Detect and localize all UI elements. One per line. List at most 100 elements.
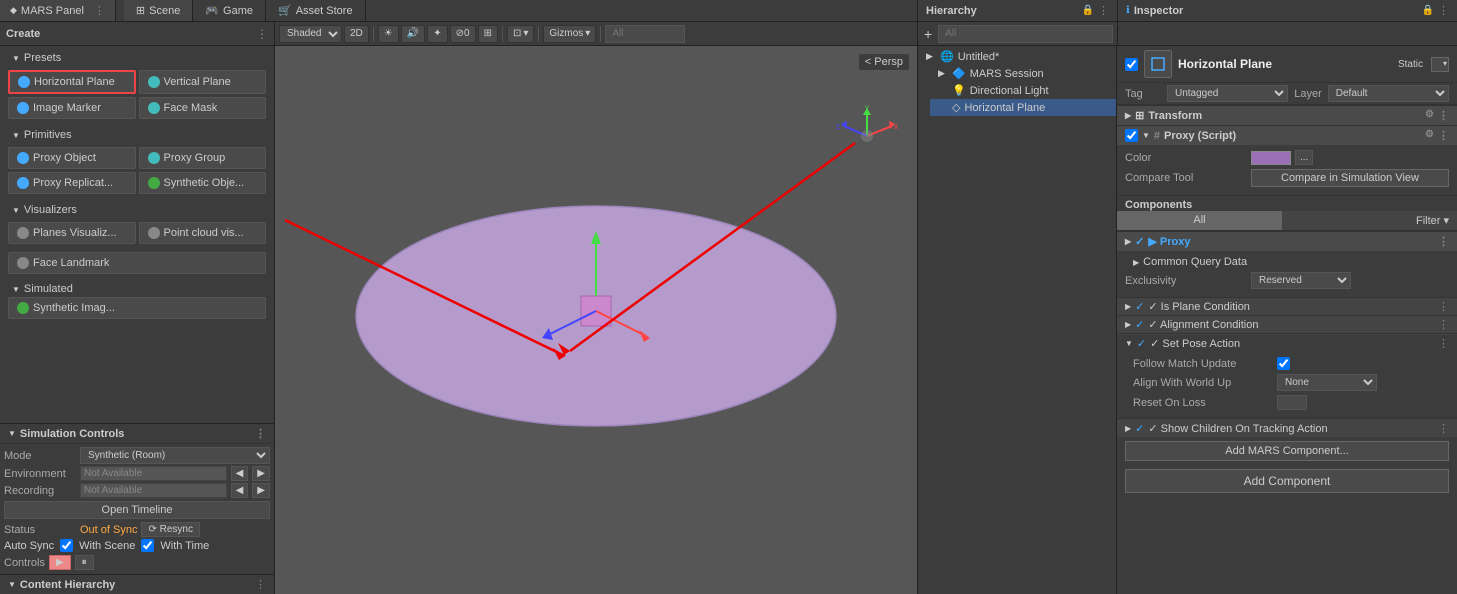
proxy-header[interactable]: ▶ ✓ ▶ Proxy ⋮: [1117, 232, 1457, 251]
light-button[interactable]: ☀: [378, 25, 399, 43]
horizontal-plane-btn[interactable]: Horizontal Plane: [8, 70, 136, 94]
image-marker-btn[interactable]: Image Marker: [8, 97, 136, 119]
rec-prev-btn[interactable]: ◀: [231, 483, 249, 498]
proxy-replicat-btn[interactable]: Proxy Replicat...: [8, 172, 136, 194]
rec-next-btn[interactable]: ▶: [252, 483, 270, 498]
scene-tab[interactable]: ⊞ Scene: [124, 0, 193, 21]
simulated-header[interactable]: Simulated: [4, 281, 270, 297]
pause-btn[interactable]: ⏸: [75, 555, 94, 570]
scene-cam-button[interactable]: ⊘0: [450, 25, 476, 43]
gizmos-button[interactable]: Gizmos▾: [543, 25, 596, 43]
color-swatch[interactable]: [1251, 151, 1291, 165]
add-mars-component-btn[interactable]: Add MARS Component...: [1125, 441, 1449, 461]
grid-button[interactable]: ⊞: [478, 25, 498, 43]
hierarchy-search-input[interactable]: [938, 25, 1113, 43]
shaded-select[interactable]: Shaded: [279, 25, 342, 43]
proxy-dots[interactable]: ⋮: [1438, 235, 1449, 248]
hier-item-mars-session[interactable]: ▶ 🔷 MARS Session: [930, 65, 1116, 82]
layer-select[interactable]: Default: [1328, 85, 1449, 102]
mode-select[interactable]: Synthetic (Room): [80, 447, 270, 464]
face-mask-btn[interactable]: Face Mask: [139, 97, 267, 119]
color-picker-btn[interactable]: ...: [1295, 150, 1313, 165]
align-world-select[interactable]: None: [1277, 374, 1377, 391]
object-name: Horizontal Plane: [1178, 57, 1392, 71]
planes-visualiz-btn[interactable]: Planes Visualiz...: [8, 222, 136, 244]
hier-item-horizontal-plane[interactable]: ◇ Horizontal Plane: [930, 99, 1116, 116]
alignment-dots[interactable]: ⋮: [1438, 318, 1449, 331]
tag-select[interactable]: Untagged: [1167, 85, 1288, 102]
compare-simulation-btn[interactable]: Compare in Simulation View: [1251, 169, 1449, 187]
game-tab[interactable]: 🎮 Game: [193, 0, 266, 21]
scene-search-input[interactable]: [605, 25, 685, 43]
proxy-script-checkbox[interactable]: [1125, 129, 1138, 142]
sim-controls-header[interactable]: ▼ Simulation Controls ⋮: [0, 424, 274, 444]
proxy-object-btn[interactable]: Proxy Object: [8, 147, 136, 169]
show-dots[interactable]: ⋮: [1438, 422, 1449, 435]
proxy-script-header[interactable]: ▼ # Proxy (Script) ⚙ ⋮: [1117, 126, 1457, 145]
vertical-plane-btn[interactable]: Vertical Plane: [139, 70, 267, 94]
transform-dots[interactable]: ⋮: [1438, 109, 1449, 122]
static-select[interactable]: [1431, 57, 1449, 72]
asset-store-icon: 🛒: [278, 4, 292, 17]
play-btn[interactable]: ▶: [49, 555, 71, 570]
hier-add-btn[interactable]: +: [922, 26, 934, 42]
synthetic-imag-btn[interactable]: Synthetic Imag...: [8, 297, 266, 319]
content-hier-dots[interactable]: ⋮: [255, 578, 266, 591]
sim-caret: ▼: [8, 429, 16, 438]
fx-button[interactable]: ✦: [427, 25, 447, 43]
all-tab[interactable]: All: [1117, 211, 1282, 230]
presets-section: Presets Horizontal Plane Vertical Plane …: [4, 50, 270, 123]
visualizers-header[interactable]: Visualizers: [4, 202, 270, 218]
open-timeline-btn[interactable]: Open Timeline: [4, 501, 270, 519]
primitives-header[interactable]: Primitives: [4, 127, 270, 143]
synthetic-obje-btn[interactable]: Synthetic Obje...: [139, 172, 267, 194]
synthetic-obje-icon: [148, 177, 160, 189]
proxy-group-btn[interactable]: Proxy Group: [139, 147, 267, 169]
exclusivity-select[interactable]: Reserved: [1251, 272, 1351, 289]
hier-item-untitled[interactable]: ▶ 🌐 Untitled*: [918, 48, 1116, 65]
show-children-section: ▶ ✓ ✓ Show Children On Tracking Action ⋮: [1117, 418, 1457, 437]
asset-store-tab[interactable]: 🛒 Asset Store: [266, 0, 366, 21]
transform-settings-icon[interactable]: ⚙: [1425, 109, 1434, 122]
2d-button[interactable]: 2D: [344, 25, 369, 43]
presets-header[interactable]: Presets: [4, 50, 270, 66]
env-next-btn[interactable]: ▶: [252, 466, 270, 481]
proxy-script-dots[interactable]: ⋮: [1438, 129, 1449, 142]
with-scene-checkbox[interactable]: [60, 539, 73, 552]
create-dots[interactable]: ⋮: [256, 27, 268, 41]
hierarchy-dots[interactable]: ⋮: [1098, 4, 1109, 17]
expand-icon: ▶: [926, 51, 936, 62]
point-cloud-vis-btn[interactable]: Point cloud vis...: [139, 222, 267, 244]
common-query-data-row[interactable]: ▶ Common Query Data: [1125, 254, 1449, 270]
face-landmark-btn[interactable]: Face Landmark: [8, 252, 266, 274]
object-active-checkbox[interactable]: [1125, 58, 1138, 71]
add-component-btn[interactable]: Add Component: [1125, 469, 1449, 493]
alignment-header[interactable]: ▶ ✓ ✓ Alignment Condition ⋮: [1117, 316, 1457, 333]
simulated-section: Simulated Synthetic Imag...: [4, 281, 270, 326]
viewport-icon: ⊡: [513, 28, 521, 39]
insp-lock[interactable]: 🔒: [1422, 5, 1434, 16]
sim-dots[interactable]: ⋮: [255, 427, 266, 440]
is-plane-header[interactable]: ▶ ✓ ✓ Is Plane Condition ⋮: [1117, 298, 1457, 315]
viewport-button[interactable]: ⊡ ▾: [507, 25, 534, 43]
env-prev-btn[interactable]: ◀: [231, 466, 249, 481]
insp-dots[interactable]: ⋮: [1438, 4, 1449, 17]
audio-button[interactable]: 🔊: [401, 25, 425, 43]
resync-btn[interactable]: ⟳ Resync: [141, 522, 200, 537]
content-hierarchy-section[interactable]: ▼ Content Hierarchy ⋮: [0, 574, 274, 594]
components-section: Components: [1117, 195, 1457, 211]
hier-item-directional-light[interactable]: 💡 Directional Light: [930, 82, 1116, 99]
transform-header[interactable]: ▶ ⊞ Transform ⚙ ⋮: [1117, 106, 1457, 125]
layer-label: Layer: [1294, 88, 1322, 100]
plane-dots[interactable]: ⋮: [1438, 300, 1449, 313]
pose-dots[interactable]: ⋮: [1438, 337, 1449, 350]
mars-panel-tab[interactable]: ◆ MARS Panel ⋮: [0, 0, 116, 21]
filter-tab[interactable]: Filter ▾: [1282, 211, 1457, 230]
show-children-header[interactable]: ▶ ✓ ✓ Show Children On Tracking Action ⋮: [1117, 419, 1457, 437]
set-pose-header[interactable]: ▼ ✓ ✓ Set Pose Action ⋮: [1117, 334, 1457, 352]
game-icon: 🎮: [205, 4, 219, 17]
with-time-checkbox[interactable]: [141, 539, 154, 552]
lock-icon[interactable]: 🔒: [1082, 5, 1094, 16]
proxy-script-settings-icon[interactable]: ⚙: [1425, 129, 1434, 142]
follow-match-checkbox[interactable]: [1277, 357, 1290, 370]
